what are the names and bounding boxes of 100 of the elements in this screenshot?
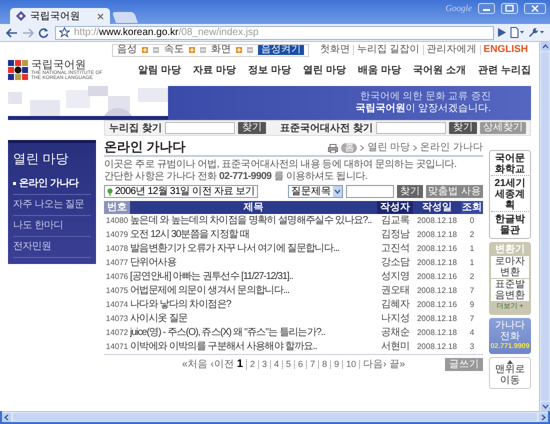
voice-button[interactable]: 음성켜기: [258, 45, 304, 55]
board-search-field[interactable]: [346, 185, 394, 198]
search-type-dropdown[interactable]: 질문제목: [288, 185, 344, 198]
banner-link[interactable]: 국어문화학교: [491, 153, 529, 176]
board-search-button[interactable]: 찾기: [397, 185, 424, 198]
close-window-icon[interactable]: [524, 3, 546, 14]
table-cell-text: 3: [468, 341, 476, 353]
nav-link[interactable]: 알림 마당: [138, 62, 181, 78]
last-page-link[interactable]: 끝»: [389, 360, 406, 370]
dictionary-button[interactable]: 찾기: [449, 122, 477, 134]
nav-link[interactable]: 국어원 소개: [413, 62, 466, 78]
description-text: 이곳은 주로 규범이나 어법, 표준국어대사전의 내용 등에 대하여 문의하는 곳입니다.: [104, 159, 458, 171]
top-link[interactable]: 첫화면: [316, 45, 353, 55]
post-title-link[interactable]: 오전 12시 30분쯤을 지정할 때: [130, 229, 377, 241]
scroll-thumb[interactable]: [13, 413, 537, 421]
breadcrumb-link[interactable]: 열린 마당: [367, 143, 410, 153]
minus-icon[interactable]: [152, 47, 159, 53]
new-tab-button[interactable]: [112, 12, 138, 23]
table-cell-text: 2008.12.18: [416, 229, 458, 241]
previous-page-link[interactable]: ‹이전: [210, 360, 234, 370]
column-header[interactable]: 작성일: [413, 201, 461, 214]
reload-icon[interactable]: [38, 27, 49, 38]
back-icon[interactable]: [6, 28, 18, 38]
scroll-right-icon[interactable]: [539, 412, 548, 422]
page-link[interactable]: 6: [298, 360, 308, 369]
page-link[interactable]: 2: [250, 360, 259, 369]
wrench-icon[interactable]: [528, 27, 544, 38]
minimize-icon[interactable]: [478, 3, 495, 14]
control-label: 화면: [210, 45, 231, 55]
scroll-up-icon[interactable]: [540, 42, 550, 51]
column-header[interactable]: 조회: [461, 201, 483, 214]
table-cell-text: 2008.12.16: [416, 271, 458, 283]
table-cell-text: 14080: [104, 215, 130, 227]
table-cell-text: 7: [468, 313, 476, 325]
nav-link[interactable]: 배움 마당: [358, 62, 401, 78]
post-title-link[interactable]: [공연안내] 아빠는 권투선수 [11/27-12/31]..: [130, 271, 377, 283]
archive-button[interactable]: 2006년 12월 31일 이전 자료 보기: [104, 185, 258, 198]
plus-icon[interactable]: [188, 47, 195, 53]
nav-link[interactable]: 자료 마당: [193, 62, 236, 78]
post-title-link[interactable]: juice(영) - 주스(O), 쥬스(X) 왜 "쥬스"는 틀리는가?..: [130, 327, 377, 339]
table-cell-text: 14073: [104, 313, 130, 325]
column-header[interactable]: 작성자: [377, 201, 413, 214]
sidebar-item[interactable]: 나도 한마디: [13, 216, 91, 236]
vertical-scrollbar[interactable]: [539, 42, 550, 411]
plus-icon[interactable]: [236, 47, 242, 53]
star-icon[interactable]: [59, 27, 70, 38]
horizontal-scrollbar[interactable]: [2, 411, 548, 422]
search-field[interactable]: [164, 122, 235, 134]
top-link[interactable]: 관리자에게: [422, 45, 480, 55]
next-page-link[interactable]: 다음›: [363, 360, 386, 370]
close-icon[interactable]: [97, 12, 104, 20]
sidebar-item[interactable]: 전자민원: [13, 236, 91, 258]
column-header[interactable]: 제목: [130, 201, 377, 214]
maximize-icon[interactable]: [501, 3, 518, 14]
table-cell-text: 2008.12.18: [416, 215, 458, 227]
post-title-link[interactable]: 어법문제에 의문이 생겨서 문의합니다...: [130, 285, 377, 297]
page-link[interactable]: 7: [310, 360, 320, 369]
dictionary-field[interactable]: [376, 122, 446, 134]
search-button[interactable]: 찾기: [238, 122, 266, 134]
top-button[interactable]: 맨위로 이동: [489, 357, 531, 389]
address-bar[interactable]: http://www.korean.go.kr/08_new/index.jsp: [55, 26, 494, 40]
printer-icon[interactable]: [328, 144, 338, 152]
page-link[interactable]: 9: [334, 360, 344, 369]
minus-icon[interactable]: [200, 47, 206, 53]
sidebar-item[interactable]: 자주 나오는 질문: [13, 194, 91, 216]
page-link[interactable]: 5: [286, 360, 296, 369]
banner-link[interactable]: 한글박물관: [491, 214, 529, 236]
banner-link[interactable]: 21세기 세종계획: [491, 178, 529, 212]
post-title-link[interactable]: 나다와 낳다의 차이점은?: [130, 299, 377, 311]
nav-link[interactable]: 열린 마당: [303, 62, 346, 78]
page-link[interactable]: 4: [274, 360, 284, 369]
post-title-link[interactable]: 발음변환기가 오류가 자꾸 나서 여기에 질문합니다...: [130, 243, 377, 255]
minus-icon[interactable]: [246, 47, 253, 53]
post-title-link[interactable]: 단위어사용: [130, 257, 377, 269]
page-link[interactable]: 10: [346, 360, 360, 369]
post-title-link[interactable]: 높은데 와 높는데의 차이점을 명확히 설명해주실수 있나요?..: [130, 215, 377, 227]
forward-icon[interactable]: [22, 28, 34, 38]
converter-link[interactable]: 로마자변환: [491, 256, 529, 278]
browser-tab[interactable]: 국립국어원: [10, 8, 110, 24]
nav-link[interactable]: 정보 마당: [248, 62, 291, 78]
page-link[interactable]: 8: [322, 360, 332, 369]
nav-link[interactable]: 관련 누리집: [478, 62, 531, 78]
sidebar-item[interactable]: 온라인 가나다: [13, 174, 91, 194]
page-link[interactable]: 3: [262, 360, 272, 369]
table-cell-text: 14077: [104, 257, 130, 269]
board-search-button[interactable]: 맞춤법 사용: [426, 185, 483, 198]
converter-link[interactable]: 표준발음변환: [491, 279, 529, 301]
page-menu-icon[interactable]: [510, 27, 524, 38]
scroll-left-icon[interactable]: [2, 412, 11, 422]
top-link[interactable]: 누리집 길잡이: [352, 45, 423, 55]
first-page-link[interactable]: «처음: [182, 360, 208, 370]
language-link[interactable]: ENGLISH: [480, 45, 531, 55]
page-link[interactable]: 1: [236, 359, 247, 370]
breadcrumb-link[interactable]: 온라인 가나다: [420, 143, 483, 153]
post-title-link[interactable]: 이박에와 이박의를 구분해서 사용해야 할까요..: [130, 341, 377, 353]
scroll-down-icon[interactable]: [540, 402, 550, 411]
play-icon[interactable]: [498, 28, 506, 37]
post-title-link[interactable]: 사이시옷 질문: [130, 313, 377, 325]
scroll-thumb[interactable]: [541, 52, 549, 401]
plus-icon[interactable]: [142, 47, 148, 53]
